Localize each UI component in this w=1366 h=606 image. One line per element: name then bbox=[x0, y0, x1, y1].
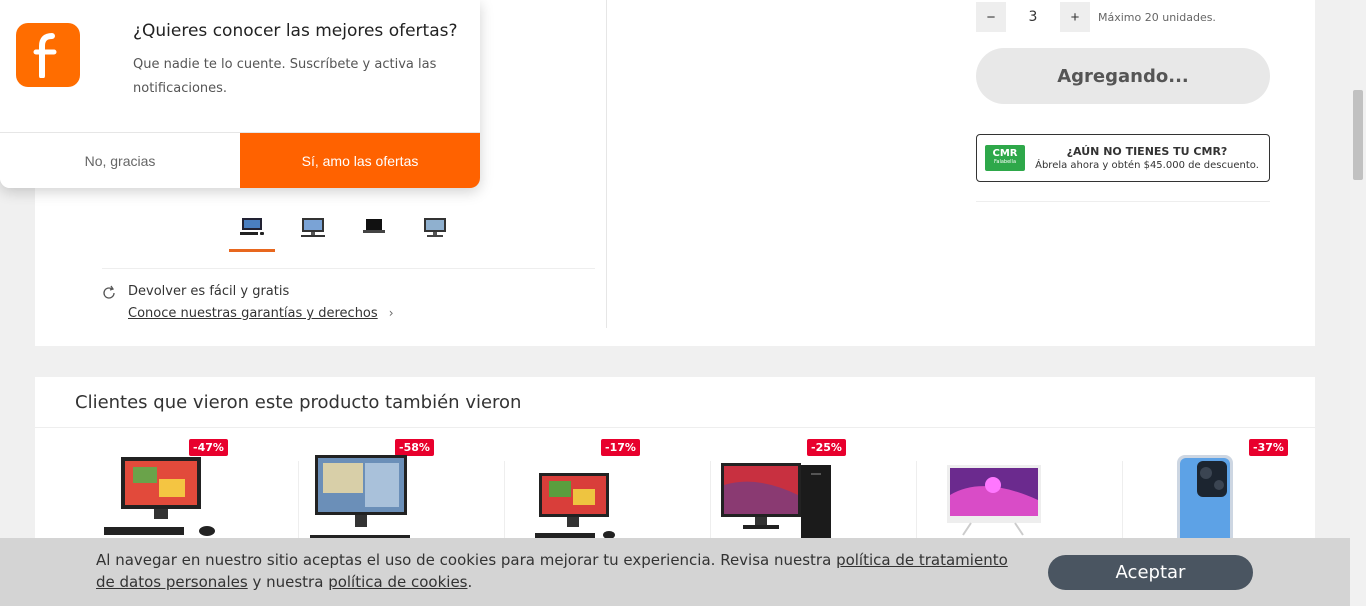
guarantees-link[interactable]: Conoce nuestras garantías y derechos bbox=[128, 306, 378, 321]
cookie-policy-link[interactable]: política de cookies bbox=[328, 573, 467, 591]
product-card-3[interactable]: -17% bbox=[505, 437, 711, 551]
thumbnail-desktop-set[interactable] bbox=[229, 210, 275, 252]
discount-badge: -58% bbox=[395, 439, 434, 456]
all-in-one-pc-icon bbox=[947, 465, 1041, 536]
recommendations-carousel: -47% -58% -17% -25% -37% bbox=[93, 437, 1329, 551]
chevron-right-icon: › bbox=[388, 306, 394, 320]
all-in-one-icon bbox=[301, 218, 325, 237]
scrollbar-thumb[interactable] bbox=[1353, 90, 1363, 180]
all-in-one-pc-icon bbox=[310, 455, 410, 543]
thumbnail-monitor[interactable] bbox=[412, 210, 458, 252]
return-title: Devolver es fácil y gratis bbox=[128, 284, 290, 299]
decline-notifications-button[interactable]: No, gracias bbox=[0, 133, 240, 188]
cmr-title: ¿AÚN NO TIENES TU CMR? bbox=[1066, 145, 1228, 158]
notification-prompt: ¿Quieres conocer las mejores ofertas? Qu… bbox=[0, 0, 480, 188]
product-card-2[interactable]: -58% bbox=[299, 437, 505, 551]
separator bbox=[35, 427, 1315, 428]
product-card-1[interactable]: -47% bbox=[93, 437, 299, 551]
accept-notifications-button[interactable]: Sí, amo las ofertas bbox=[240, 133, 480, 188]
quantity-stepper: − 3 + Máximo 20 unidades. bbox=[976, 2, 1216, 32]
falabella-logo-icon bbox=[16, 23, 80, 87]
discount-badge: -25% bbox=[807, 439, 846, 456]
discount-badge: -17% bbox=[601, 439, 640, 456]
page-scrollbar[interactable] bbox=[1350, 0, 1366, 606]
decrement-button[interactable]: − bbox=[976, 2, 1006, 32]
product-card-6[interactable]: -37% bbox=[1123, 437, 1329, 551]
accept-cookies-button[interactable]: Aceptar bbox=[1048, 555, 1253, 590]
thumbnail-laptop[interactable] bbox=[351, 210, 397, 252]
laptop-icon bbox=[363, 219, 385, 233]
thumbnail-strip bbox=[229, 210, 473, 252]
increment-button[interactable]: + bbox=[1060, 2, 1090, 32]
thumbnail-all-in-one[interactable] bbox=[290, 210, 336, 252]
separator bbox=[976, 201, 1270, 202]
desktop-set-icon bbox=[240, 218, 264, 235]
cmr-logo: CMR Falabella bbox=[985, 145, 1025, 171]
notification-body: Que nadie te lo cuente. Suscríbete y act… bbox=[133, 57, 437, 96]
quantity-max-text: Máximo 20 unidades. bbox=[1098, 10, 1216, 24]
separator bbox=[102, 268, 595, 269]
product-card-5[interactable] bbox=[917, 437, 1123, 551]
cmr-promo[interactable]: CMR Falabella ¿AÚN NO TIENES TU CMR? Ábr… bbox=[976, 134, 1270, 182]
monitor-icon bbox=[424, 218, 446, 237]
return-policy: Devolver es fácil y gratis Conoce nuestr… bbox=[100, 282, 394, 321]
discount-badge: -37% bbox=[1249, 439, 1288, 456]
refresh-icon bbox=[103, 285, 115, 299]
product-card-4[interactable]: -25% bbox=[711, 437, 917, 551]
cookie-message: Al navegar en nuestro sitio aceptas el u… bbox=[96, 551, 1008, 591]
cmr-subtitle: Ábrela ahora y obtén $45.000 de descuent… bbox=[1035, 160, 1259, 171]
notification-actions: No, gracias Sí, amo las ofertas bbox=[0, 132, 480, 188]
all-in-one-pc-icon bbox=[104, 457, 215, 536]
smartphone-icon bbox=[1177, 455, 1233, 551]
cookie-banner: Al navegar en nuestro sitio aceptas el u… bbox=[0, 538, 1350, 606]
all-in-one-pc-icon bbox=[535, 473, 615, 539]
add-to-cart-button[interactable]: Agregando... bbox=[976, 48, 1270, 104]
column-divider bbox=[606, 0, 607, 328]
recommendations-title: Clientes que vieron este producto tambié… bbox=[75, 392, 522, 413]
notification-title: ¿Quieres conocer las mejores ofertas? bbox=[133, 21, 458, 41]
quantity-value[interactable]: 3 bbox=[1006, 9, 1060, 25]
desktop-tower-icon bbox=[721, 463, 831, 541]
discount-badge: -47% bbox=[189, 439, 228, 456]
